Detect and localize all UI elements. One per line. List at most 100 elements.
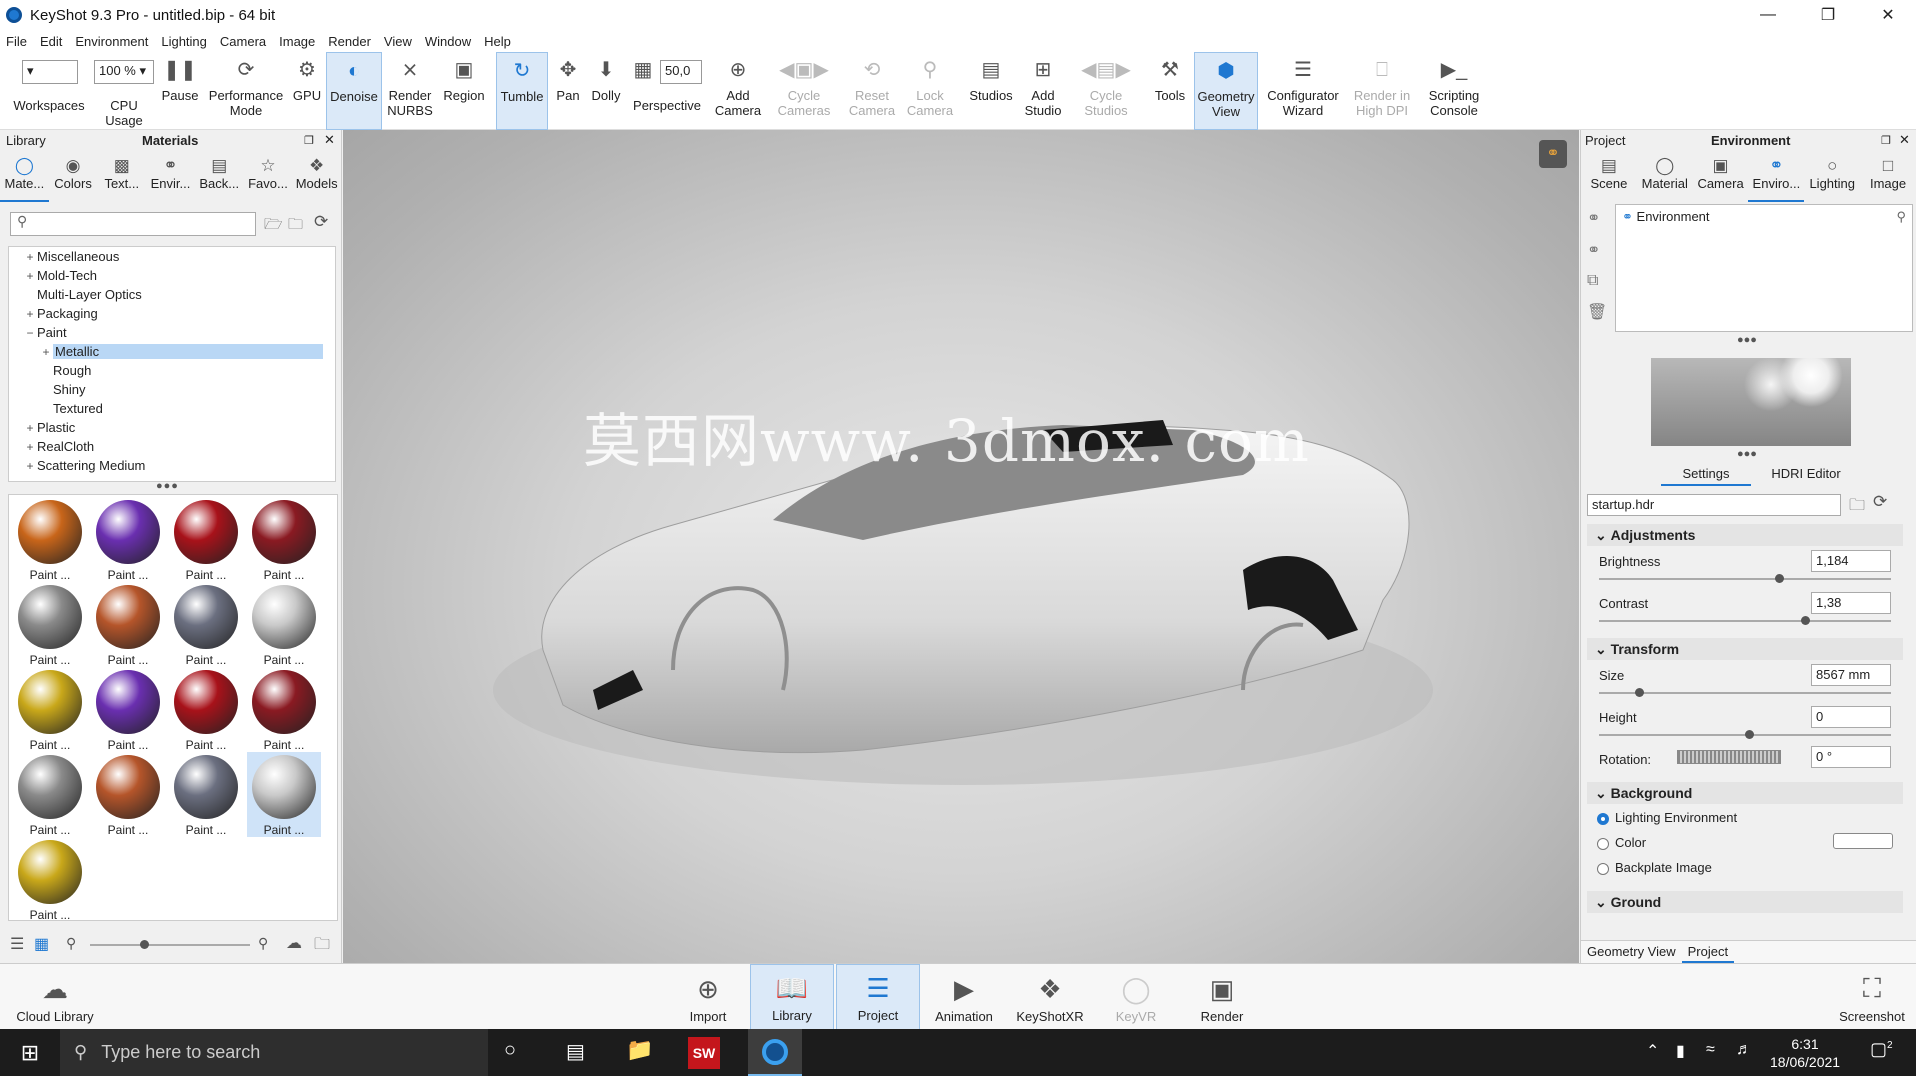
height-knob[interactable] — [1745, 730, 1754, 739]
expand-toggle-icon[interactable]: + — [23, 421, 37, 435]
rotation-jog-wheel[interactable] — [1677, 750, 1781, 764]
splitter-handle[interactable]: ●●● — [156, 480, 179, 492]
material-thumbnail[interactable]: Paint ... — [169, 752, 243, 837]
background-color-swatch[interactable] — [1833, 833, 1893, 849]
add-environment-icon[interactable]: ⚭ — [1587, 208, 1600, 228]
notifications-icon[interactable]: ▢2 — [1870, 1039, 1893, 1060]
perspective-button[interactable]: Perspective — [628, 52, 706, 130]
contrast-input[interactable]: 1,38 — [1811, 592, 1891, 614]
material-thumbnail[interactable]: Paint ... — [247, 667, 321, 752]
zoom-out-icon[interactable]: ⚲ — [66, 935, 76, 952]
grid-view-icon[interactable]: ▦ — [34, 934, 49, 954]
radio-color[interactable]: Color — [1587, 829, 1903, 854]
size-slider[interactable] — [1599, 688, 1891, 697]
keyshotxr-button[interactable]: ❖ KeyShotXR — [1008, 964, 1092, 1030]
dolly-button[interactable]: ⬇ Dolly — [588, 52, 624, 130]
add-studio-button[interactable]: ⊞ Add Studio — [1022, 52, 1064, 130]
tab-image[interactable]: □ Image — [1860, 150, 1916, 202]
material-thumbnail[interactable]: Paint ... — [247, 497, 321, 582]
brightness-slider[interactable] — [1599, 574, 1891, 583]
tab-hdri-editor[interactable]: HDRI Editor — [1761, 466, 1851, 481]
tab-models[interactable]: ❖ Models — [292, 150, 341, 202]
reset-camera-button[interactable]: ⟲ Reset Camera — [844, 52, 900, 130]
tab-colors[interactable]: ◉ Colors — [49, 150, 98, 202]
duplicate-environment-icon[interactable]: ⚭ — [1587, 240, 1600, 260]
upload-icon[interactable]: ☁ — [286, 933, 302, 953]
cpu-usage-button[interactable]: CPU Usage — [92, 52, 156, 130]
tree-item[interactable]: Shiny — [9, 380, 335, 399]
tab-material[interactable]: ◯ Material — [1637, 150, 1693, 202]
splitter-handle-1[interactable]: ●●● — [1737, 334, 1757, 346]
add-camera-button[interactable]: ⊕ Add Camera — [712, 52, 764, 130]
expand-toggle-icon[interactable]: + — [23, 307, 37, 321]
render-viewport[interactable]: 莫西网www. 3dmox. com ⚭ — [343, 130, 1579, 963]
material-thumbnail[interactable]: Paint ... — [169, 582, 243, 667]
render-nurbs-button[interactable]: ⨯ Render NURBS — [384, 52, 436, 130]
material-thumbnail[interactable]: Paint ... — [13, 752, 87, 837]
screenshot-button[interactable]: ⛶ Screenshot — [1830, 964, 1914, 1030]
tab-project[interactable]: Project — [1681, 941, 1735, 963]
solidworks-icon[interactable]: SW — [688, 1037, 720, 1069]
close-panel-icon[interactable]: ✕ — [324, 132, 335, 148]
menu-lighting[interactable]: Lighting — [161, 34, 207, 49]
tree-item[interactable]: + Metallic — [9, 342, 335, 361]
tab-geometry-view[interactable]: Geometry View — [1581, 941, 1682, 963]
start-button[interactable]: ⊞ — [0, 1029, 60, 1076]
tree-item[interactable]: + Scattering Medium — [9, 456, 335, 475]
keyvr-button[interactable]: ◯ KeyVR — [1094, 964, 1178, 1030]
keyshot-taskbar-icon[interactable] — [748, 1029, 802, 1076]
zoom-in-icon[interactable]: ⚲ — [258, 935, 268, 952]
menu-render[interactable]: Render — [328, 34, 371, 49]
size-input[interactable]: 8567 mm — [1811, 664, 1891, 686]
import-folder-icon[interactable]: 🗁 — [264, 214, 283, 239]
task-view-icon[interactable]: ▤ — [566, 1039, 585, 1064]
tree-item[interactable]: + RealCloth — [9, 437, 335, 456]
reload-icon[interactable]: ⟳ — [1873, 492, 1887, 512]
tab-settings[interactable]: Settings — [1661, 466, 1751, 486]
thumbnail-size-knob[interactable] — [140, 940, 149, 949]
transform-section-header[interactable]: ⌄ Transform — [1587, 638, 1903, 660]
radio-lighting-environment[interactable]: Lighting Environment — [1587, 804, 1903, 829]
project-button[interactable]: ☰ Project — [836, 964, 920, 1030]
menu-help[interactable]: Help — [484, 34, 511, 49]
ground-section-header[interactable]: ⌄ Ground — [1587, 891, 1903, 913]
animation-button[interactable]: ▶ Animation — [922, 964, 1006, 1030]
tab-lighting[interactable]: ○ Lighting — [1804, 150, 1860, 202]
tree-item[interactable]: Textured — [9, 399, 335, 418]
render-button[interactable]: ▣ Render — [1180, 964, 1264, 1030]
close-button[interactable]: ✕ — [1860, 0, 1916, 30]
wifi-icon[interactable]: ≈ — [1706, 1041, 1715, 1059]
tree-item[interactable]: − Paint — [9, 323, 335, 342]
material-thumbnail[interactable]: Paint ... — [13, 582, 87, 667]
brightness-knob[interactable] — [1775, 574, 1784, 583]
cloud-library-button[interactable]: ☁ Cloud Library — [12, 964, 98, 1030]
studios-button[interactable]: ▤ Studios — [964, 52, 1018, 130]
render-high-dpi-button[interactable]: ⎕ Render in High DPI — [1350, 52, 1414, 130]
open-folder-icon[interactable]: 🗀 — [288, 214, 303, 239]
tree-item[interactable]: + Mold-Tech — [9, 266, 335, 285]
library-button[interactable]: 📖 Library — [750, 964, 834, 1030]
material-thumbnail[interactable]: Paint ... — [91, 497, 165, 582]
menu-view[interactable]: View — [384, 34, 412, 49]
close-project-icon[interactable]: ✕ — [1899, 132, 1910, 148]
tree-item[interactable]: Multi-Layer Optics — [9, 285, 335, 304]
copy-environment-icon[interactable]: ⧉ — [1587, 272, 1598, 290]
contrast-knob[interactable] — [1801, 616, 1810, 625]
workspaces-button[interactable]: Workspaces — [6, 52, 92, 130]
tray-chevron-icon[interactable]: ⌃ — [1646, 1041, 1659, 1061]
cycle-cameras-button[interactable]: ◀▣▶ Cycle Cameras — [772, 52, 836, 130]
expand-toggle-icon[interactable]: − — [23, 326, 37, 340]
float-panel-icon[interactable]: ❐ — [304, 134, 314, 147]
tab-environment[interactable]: ⚭ Enviro... — [1748, 150, 1805, 202]
library-search-input[interactable]: ⚲ — [10, 212, 256, 236]
material-thumbnail[interactable]: Paint ... — [247, 582, 321, 667]
lock-camera-button[interactable]: ⚲ Lock Camera — [902, 52, 958, 130]
environment-overlay-icon[interactable]: ⚭ — [1539, 140, 1567, 168]
tab-backplates[interactable]: ▤ Back... — [195, 150, 244, 202]
cycle-studios-button[interactable]: ◀▤▶ Cycle Studios — [1074, 52, 1138, 130]
tab-scene[interactable]: ▤ Scene — [1581, 150, 1637, 202]
battery-icon[interactable]: ▮ — [1676, 1041, 1685, 1061]
material-thumbnail[interactable]: Paint ... — [91, 582, 165, 667]
material-thumbnail[interactable]: Paint ... — [169, 497, 243, 582]
tab-environments[interactable]: ⚭ Envir... — [146, 150, 195, 202]
